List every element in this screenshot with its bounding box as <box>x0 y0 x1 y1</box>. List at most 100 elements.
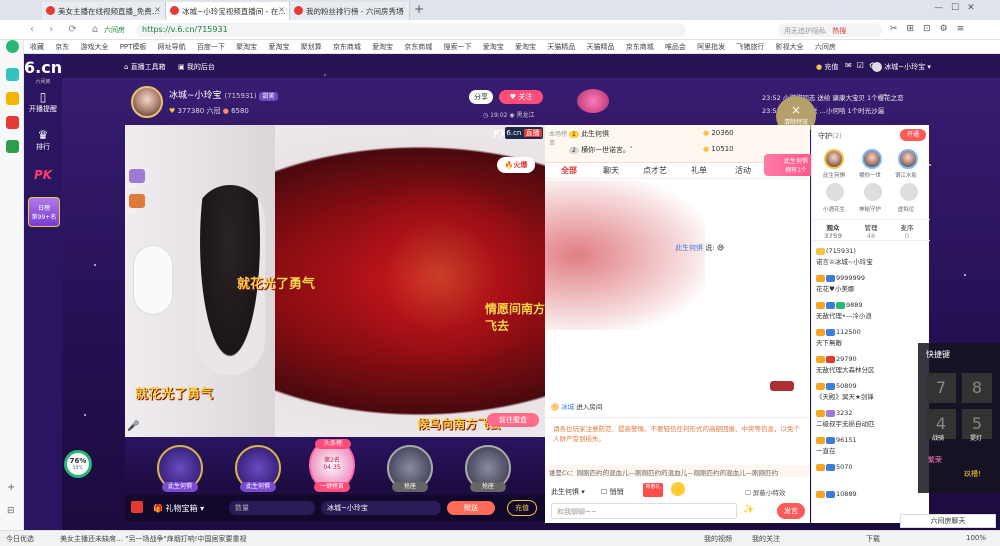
audience-row[interactable]: 29790 <box>816 355 857 363</box>
status-item[interactable]: 我的关注 <box>752 534 780 544</box>
follow-button[interactable]: ♥ 关注 <box>499 90 543 104</box>
status-item[interactable]: 我的视频 <box>704 534 732 544</box>
tab-chat[interactable]: 聊天 <box>603 165 619 176</box>
magic-box-button[interactable]: 前往魔盒 <box>487 413 539 427</box>
bookmark-item[interactable]: 网址导航 <box>158 40 186 52</box>
daily-rank-badge[interactable]: 日榜 第99+名 <box>28 197 60 227</box>
tab-all[interactable]: 全部 <box>561 165 577 176</box>
send-message-button[interactable]: 发言 <box>777 503 805 519</box>
bookmark-item[interactable]: 京东 <box>55 40 69 52</box>
share-button[interactable]: 分享 <box>469 90 493 104</box>
sidenav-item-rank[interactable]: ♛ 排行 <box>24 128 62 152</box>
add-icon[interactable]: + <box>7 482 15 493</box>
cpu-widget[interactable]: 76% 55°C <box>64 450 92 478</box>
search-input[interactable]: 用无追护隐私 热搜 <box>778 23 882 37</box>
rank-row[interactable]: 2 横你一世诺言。゜ <box>569 145 637 155</box>
seat-2[interactable]: 此生何惧 <box>235 445 281 492</box>
guard-avatar[interactable] <box>824 149 844 169</box>
nav-buttons[interactable]: ‹ › ⟳ ⌂ <box>30 24 104 35</box>
chat-user[interactable]: 冰城 <box>561 403 574 411</box>
private-toggle[interactable]: ☐ 悄悄 <box>601 487 624 497</box>
bookmarks-label[interactable]: 收藏 <box>30 40 44 52</box>
audience-row[interactable]: 《天殿》冥天★剑锋 <box>816 391 874 401</box>
audience-row[interactable]: 9999999 <box>816 274 865 282</box>
bookmark-item[interactable]: 搜索一下 <box>444 40 472 52</box>
event-crown-icon[interactable] <box>577 89 609 113</box>
close-icon[interactable]: × <box>398 5 405 14</box>
new-tab-button[interactable]: + <box>414 2 424 16</box>
shop-icon[interactable] <box>131 501 143 513</box>
zoom-level[interactable]: 100% <box>966 534 986 542</box>
seat-5[interactable]: 抢座 <box>465 445 511 492</box>
shortcut-key[interactable]: 8 <box>962 373 992 403</box>
user-menu[interactable]: 冰城~小玲宝 ▾ <box>872 62 931 72</box>
bookmark-item[interactable]: 京东商城 <box>626 40 654 52</box>
star-icon[interactable] <box>6 92 19 105</box>
audience-row[interactable]: 10889 <box>816 490 857 498</box>
audience-row[interactable]: 9889 <box>816 301 863 309</box>
live-video[interactable]: FX 6.cn 直播 🔥火爆 x1 x1 就花光了勇气 就花光了勇气 情愿间南方… <box>125 125 545 437</box>
audience-row[interactable]: 50809 <box>816 382 857 390</box>
audience-row[interactable]: 诺言♔冰城~小玲宝 <box>816 256 873 266</box>
rank-row[interactable]: 1 此生何惧 <box>569 129 609 139</box>
seat-4[interactable]: 抢座 <box>387 445 433 492</box>
audience-row[interactable]: 一直在 <box>816 445 836 455</box>
mic-icon[interactable]: 🎤 <box>127 421 139 432</box>
spring-gift-button[interactable]: 新春礼 <box>643 483 663 497</box>
shortcut-key[interactable]: 7 <box>926 373 956 403</box>
guard-avatar[interactable] <box>900 183 918 201</box>
open-guard-button[interactable]: 开通 <box>900 129 926 141</box>
browser-tab[interactable]: 我的粉丝排行榜 - 六间房秀场 × <box>290 2 410 20</box>
weibo-icon[interactable] <box>6 116 19 129</box>
seat-1[interactable]: 此生何惧 <box>157 445 203 492</box>
bookmark-item[interactable]: 阿里批发 <box>697 40 725 52</box>
pk-icon[interactable]: PK <box>24 168 62 182</box>
close-icon[interactable]: × <box>278 5 285 14</box>
toolbar-icons[interactable]: ✂⊞⊡⚙≡ <box>890 24 973 34</box>
collapse-icon[interactable]: ⊟ <box>7 506 15 516</box>
bookmark-item[interactable]: 唯品会 <box>665 40 686 52</box>
audience-row[interactable]: 96151 <box>816 436 857 444</box>
recharge-link[interactable]: ● 充值 <box>816 62 838 72</box>
shortcut-item[interactable]: 繁荣 <box>928 455 942 465</box>
audience-row[interactable]: 5070 <box>816 463 853 471</box>
guard-avatar[interactable] <box>898 149 918 169</box>
shortcut-item[interactable]: 玖槽! <box>964 469 981 479</box>
toolbox-link[interactable]: ⌂ 直播工具箱 <box>124 62 166 72</box>
status-left[interactable]: 今日优选 <box>6 534 34 544</box>
tab-events[interactable]: 活动 <box>735 165 751 176</box>
bookmark-item[interactable]: 六间房 <box>815 40 836 52</box>
headline-button[interactable]: 一键榜首 <box>314 482 350 492</box>
anchor-avatar[interactable] <box>131 86 163 118</box>
bookmark-item[interactable]: 飞猪旅行 <box>736 40 764 52</box>
audience-row[interactable]: (715931) <box>816 247 856 255</box>
bookmark-item[interactable]: 京东商城 <box>404 40 432 52</box>
bookmark-item[interactable]: 爱淘宝 <box>372 40 393 52</box>
tab-admin[interactable]: 管理 48 <box>856 222 886 240</box>
browser-tab-active[interactable]: 冰城~小玲宝视频直播间 - 在… × <box>166 2 290 20</box>
emoji-icon[interactable] <box>671 482 685 496</box>
tab-talent[interactable]: 点才艺 <box>643 165 667 176</box>
status-news[interactable]: 美女主播还未缺席… "另一场战争"烽烟打响!中国居家要重视 <box>60 534 246 544</box>
tab-queue[interactable]: 麦序 0 <box>892 222 922 240</box>
audience-row[interactable]: 3232 <box>816 409 853 417</box>
bookmark-item[interactable]: 聚淘宝 <box>236 40 257 52</box>
note-icon[interactable] <box>6 140 19 153</box>
bookmark-item[interactable]: 爱淘宝 <box>483 40 504 52</box>
bookmark-item[interactable]: 天猫精品 <box>586 40 614 52</box>
bookmark-item[interactable]: 爱淘宝 <box>515 40 536 52</box>
bookmark-item[interactable]: 京东商城 <box>333 40 361 52</box>
app-icon[interactable] <box>6 68 19 81</box>
bookmark-item[interactable]: 百度一下 <box>197 40 225 52</box>
window-controls[interactable]: —☐✕ <box>934 3 983 13</box>
bookmark-item[interactable]: 爱淘宝 <box>268 40 289 52</box>
guard-avatar[interactable] <box>826 183 844 201</box>
backend-link[interactable]: ▣ 我的后台 <box>178 62 215 72</box>
guard-avatar[interactable] <box>862 149 882 169</box>
audience-row[interactable]: 无敌代理大森林分区 <box>816 364 875 374</box>
send-gift-button[interactable]: 赠送 <box>447 501 495 515</box>
effect-icon[interactable]: ✨ <box>743 505 754 515</box>
chat-user[interactable]: 此生何惧 <box>675 244 703 252</box>
tab-gifts[interactable]: 礼单 <box>691 165 707 176</box>
bookmark-item[interactable]: 聚划算 <box>301 40 322 52</box>
